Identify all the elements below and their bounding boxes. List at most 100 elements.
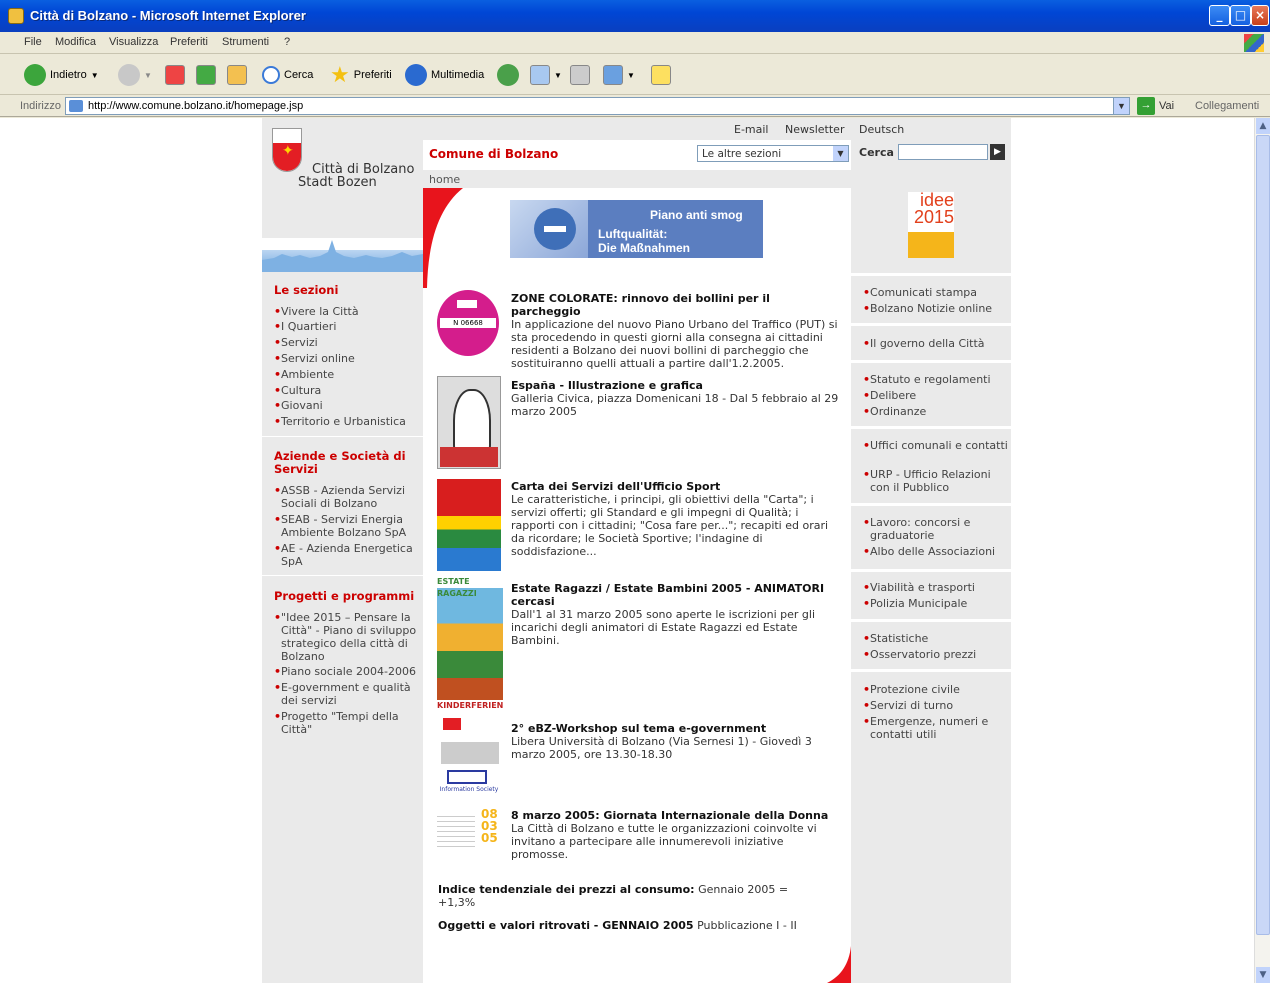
right-link[interactable]: •Lavoro: concorsi e graduatorie xyxy=(863,516,1008,542)
address-dropdown-icon[interactable]: ▼ xyxy=(1113,98,1129,114)
right-link[interactable]: •Servizi di turno xyxy=(863,699,1008,712)
news-title[interactable]: España - Illustrazione e grafica xyxy=(511,379,843,392)
menu-preferiti[interactable]: Preferiti xyxy=(170,36,208,48)
news-item[interactable]: Carta dei Servizi dell'Ufficio Sport Le … xyxy=(511,480,843,558)
progetti-title: Progetti e programmi xyxy=(274,589,415,603)
logo-line2[interactable]: Stadt Bozen xyxy=(298,175,377,190)
newsletter-link[interactable]: Newsletter xyxy=(785,123,844,136)
aziende-link[interactable]: •ASSB - Azienda Servizi Sociali di Bolza… xyxy=(274,484,422,510)
right-link[interactable]: •Delibere xyxy=(863,389,1008,402)
news-title[interactable]: ZONE COLORATE: rinnovo dei bollini per i… xyxy=(511,292,843,318)
search-button[interactable]: Cerca xyxy=(262,62,313,88)
address-input[interactable]: http://www.comune.bolzano.it/homepage.js… xyxy=(65,97,1130,115)
home-icon xyxy=(227,65,247,85)
refresh-button[interactable] xyxy=(196,62,216,88)
scroll-up-icon[interactable]: ▲ xyxy=(1256,118,1270,134)
sezioni-link[interactable]: •Servizi online xyxy=(274,352,422,365)
news-item[interactable]: 8 marzo 2005: Giornata Internazionale de… xyxy=(511,809,843,861)
sezioni-link[interactable]: •Vivere la Città xyxy=(274,305,422,318)
aziende-link[interactable]: •AE - Azienda Energetica SpA xyxy=(274,542,422,568)
sezioni-link[interactable]: •Giovani xyxy=(274,399,422,412)
menu-bar: File Modifica Visualizza Preferiti Strum… xyxy=(0,32,1270,54)
price-index-item[interactable]: Indice tendenziale dei prezzi al consumo… xyxy=(438,883,808,909)
links-button[interactable]: Collegamenti xyxy=(1195,100,1259,112)
news-title[interactable]: 8 marzo 2005: Giornata Internazionale de… xyxy=(511,809,843,822)
lost-found-title[interactable]: Oggetti e valori ritrovati - GENNAIO 200… xyxy=(438,919,694,932)
deutsch-link[interactable]: Deutsch xyxy=(859,123,904,136)
right-link[interactable]: •Viabilità e trasporti xyxy=(863,581,1008,594)
news-item[interactable]: España - Illustrazione e grafica Galleri… xyxy=(511,379,843,418)
sezioni-link[interactable]: •I Quartieri xyxy=(274,320,422,333)
news-item[interactable]: ZONE COLORATE: rinnovo dei bollini per i… xyxy=(511,292,843,370)
sport-card-image[interactable] xyxy=(437,479,501,571)
stop-button[interactable] xyxy=(165,62,185,88)
scroll-down-icon[interactable]: ▼ xyxy=(1256,967,1270,983)
right-link[interactable]: •Protezione civile xyxy=(863,683,1008,696)
right-link[interactable]: •URP - Ufficio Relazioni con il Pubblico xyxy=(863,468,1008,494)
lost-found-item[interactable]: Oggetti e valori ritrovati - GENNAIO 200… xyxy=(438,919,838,932)
mail-button[interactable]: ▼ xyxy=(530,62,562,88)
media-button[interactable]: Multimedia xyxy=(405,62,484,88)
news-title[interactable]: 2° eBZ-Workshop sul tema e-government xyxy=(511,722,843,735)
progetti-link[interactable]: •E-government e qualità dei servizi xyxy=(274,681,422,707)
news-title[interactable]: Carta dei Servizi dell'Ufficio Sport xyxy=(511,480,843,493)
print-button[interactable] xyxy=(570,62,590,88)
right-link[interactable]: •Il governo della Città xyxy=(863,337,1008,350)
messenger-button[interactable] xyxy=(651,62,671,88)
aziende-link[interactable]: •SEAB - Servizi Energia Ambiente Bolzano… xyxy=(274,513,422,539)
edit-button[interactable]: ▼ xyxy=(603,62,635,88)
right-link[interactable]: •Comunicati stampa xyxy=(863,286,1008,299)
right-link[interactable]: •Albo delle Associazioni xyxy=(863,545,1008,558)
menu-visualizza[interactable]: Visualizza xyxy=(109,36,158,48)
elephant-poster-image[interactable] xyxy=(437,376,501,469)
city-crest-icon[interactable]: ✦ xyxy=(272,128,302,172)
minimize-button[interactable]: _ xyxy=(1209,5,1230,26)
search-input[interactable] xyxy=(898,144,988,160)
menu-help[interactable]: ? xyxy=(284,36,290,48)
home-button[interactable] xyxy=(227,62,247,88)
smog-banner[interactable]: Piano anti smog Luftqualität: Die Maßnahm… xyxy=(510,200,763,258)
vertical-scrollbar[interactable]: ▲ ▼ xyxy=(1254,118,1270,983)
breadcrumb-home[interactable]: home xyxy=(429,173,460,186)
sezioni-link[interactable]: •Ambiente xyxy=(274,368,422,381)
idee-2015-logo[interactable]: idee 2015 xyxy=(908,191,954,258)
menu-file[interactable]: File xyxy=(24,36,42,48)
right-link[interactable]: •Ordinanze xyxy=(863,405,1008,418)
maximize-button[interactable]: □ xyxy=(1230,5,1251,26)
price-index-title[interactable]: Indice tendenziale dei prezzi al consumo… xyxy=(438,883,695,896)
women-day-image[interactable]: 08 03 05 xyxy=(437,808,501,852)
go-button[interactable]: Vai xyxy=(1159,100,1174,112)
right-link[interactable]: •Statistiche xyxy=(863,632,1008,645)
close-button[interactable]: × xyxy=(1251,5,1269,26)
back-button[interactable]: Indietro ▼ xyxy=(24,62,99,88)
scrollbar-thumb[interactable] xyxy=(1256,135,1270,935)
right-link[interactable]: •Polizia Municipale xyxy=(863,597,1008,610)
news-item[interactable]: Estate Ragazzi / Estate Bambini 2005 - A… xyxy=(511,582,843,647)
sections-select[interactable]: Le altre sezioni ▼ xyxy=(697,145,849,162)
site-title[interactable]: Comune di Bolzano xyxy=(429,147,558,161)
progetti-link[interactable]: •Progetto "Tempi della Città" xyxy=(274,710,422,736)
progetti-link[interactable]: •"Idee 2015 – Pensare la Città" - Piano … xyxy=(274,611,422,663)
right-link[interactable]: •Emergenze, numeri e contatti utili xyxy=(863,715,1008,741)
search-submit-button[interactable]: ▶ xyxy=(990,144,1005,160)
go-arrow-icon[interactable]: → xyxy=(1137,97,1155,115)
estate-ragazzi-poster-image[interactable]: ESTATE RAGAZZI KINDERFERIEN xyxy=(437,576,503,712)
right-link[interactable]: •Osservatorio prezzi xyxy=(863,648,1008,661)
menu-strumenti[interactable]: Strumenti xyxy=(222,36,269,48)
parking-badge-image[interactable]: N 06668 xyxy=(437,290,499,356)
news-title[interactable]: Estate Ragazzi / Estate Bambini 2005 - A… xyxy=(511,582,843,608)
right-link[interactable]: •Uffici comunali e contatti xyxy=(863,439,1008,452)
right-link[interactable]: •Statuto e regolamenti xyxy=(863,373,1008,386)
right-link[interactable]: •Bolzano Notizie online xyxy=(863,302,1008,315)
news-item[interactable]: 2° eBZ-Workshop sul tema e-government Li… xyxy=(511,722,843,761)
sezioni-link[interactable]: •Territorio e Urbanistica xyxy=(274,415,422,428)
history-button[interactable] xyxy=(497,62,519,88)
sezioni-link[interactable]: •Servizi xyxy=(274,336,422,349)
progetti-link[interactable]: •Piano sociale 2004-2006 xyxy=(274,665,422,678)
email-link[interactable]: E-mail xyxy=(734,123,769,136)
ebz-workshop-logos-image[interactable]: Information Society xyxy=(437,718,501,798)
forward-button[interactable]: ▼ xyxy=(118,62,152,88)
sezioni-link[interactable]: •Cultura xyxy=(274,384,422,397)
favorites-button[interactable]: ★ Preferiti xyxy=(330,62,392,88)
menu-modifica[interactable]: Modifica xyxy=(55,36,96,48)
